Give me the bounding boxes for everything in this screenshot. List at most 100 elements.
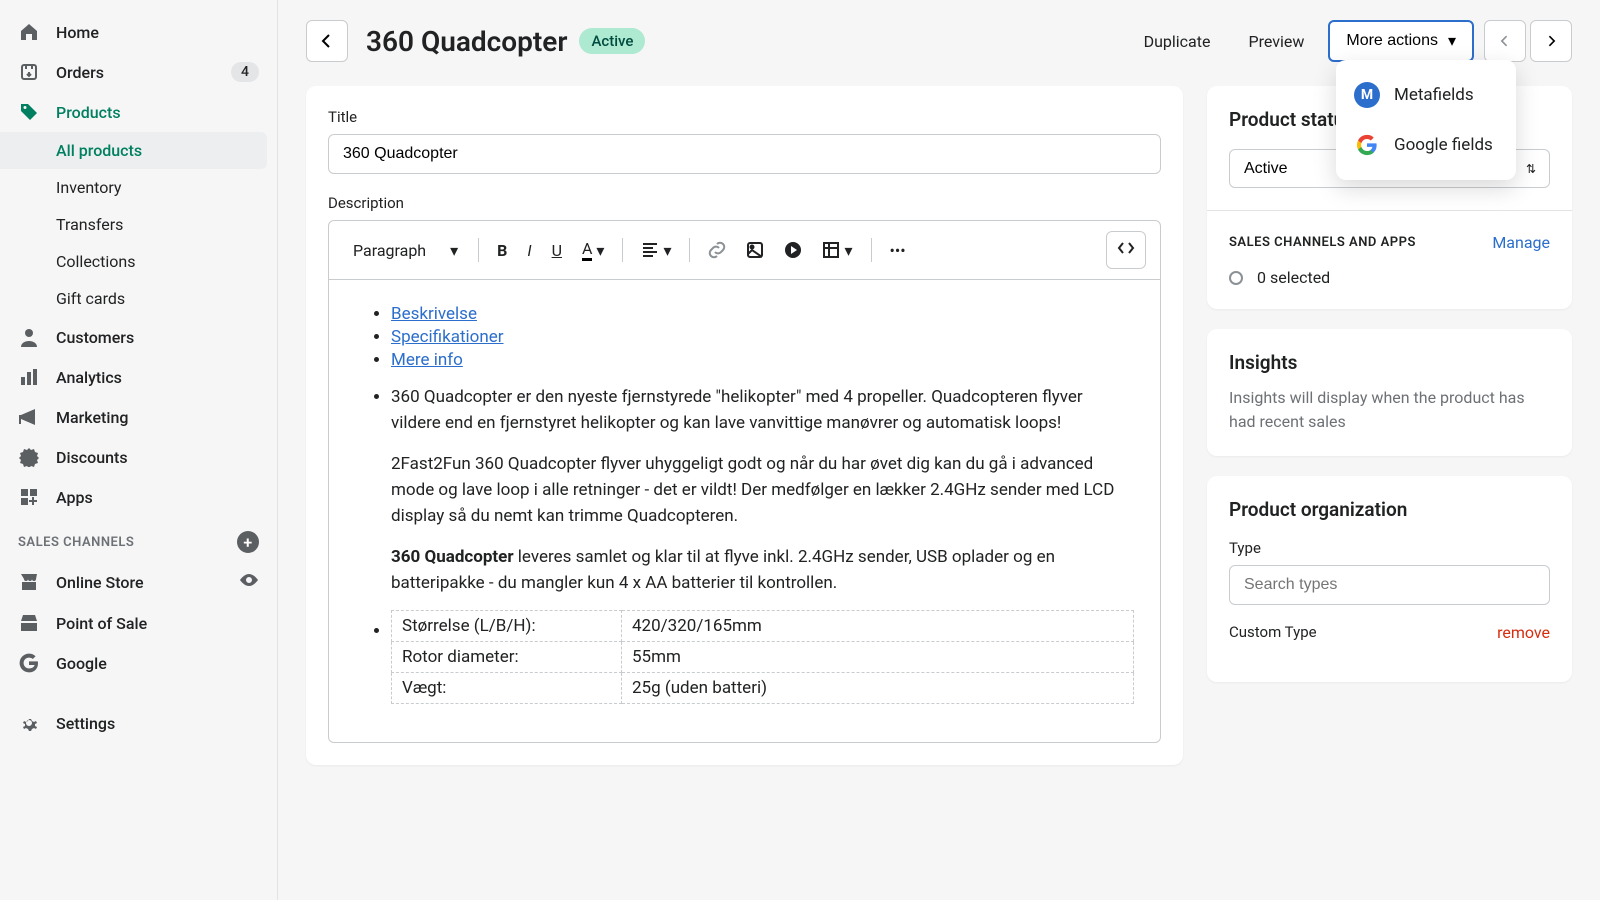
radio-icon[interactable] [1229, 271, 1243, 285]
desc-link[interactable]: Beskrivelse [391, 304, 477, 324]
insights-text: Insights will display when the product h… [1229, 386, 1550, 434]
underline-button[interactable]: U [544, 235, 570, 266]
insights-title: Insights [1229, 351, 1550, 374]
metafields-icon: M [1354, 82, 1380, 108]
nav-label: Orders [56, 63, 104, 82]
remove-link[interactable]: remove [1497, 623, 1550, 642]
page-title: 360 Quadcopter [366, 25, 567, 58]
nav-label: Discounts [56, 448, 128, 467]
orders-badge: 4 [231, 62, 259, 82]
image-button[interactable] [738, 235, 772, 265]
chevron-down-icon: ▾ [450, 241, 458, 260]
align-button[interactable]: ▾ [633, 235, 679, 266]
dropdown-google-fields[interactable]: Google fields [1336, 120, 1516, 170]
nav-apps[interactable]: Apps [0, 477, 277, 517]
duplicate-button[interactable]: Duplicate [1130, 22, 1225, 61]
nav-label: Apps [56, 488, 93, 507]
sidebar: Home Orders 4 Products All products Inve… [0, 0, 278, 900]
desc-paragraph: 2Fast2Fun 360 Quadcopter flyver uhyggeli… [391, 451, 1134, 530]
products-icon [18, 101, 40, 123]
nav-orders[interactable]: Orders 4 [0, 52, 277, 92]
sales-channels-label: SALES CHANNELS AND APPS [1229, 235, 1416, 250]
more-actions-button[interactable]: More actions ▾ [1328, 20, 1474, 62]
back-button[interactable] [306, 20, 348, 62]
title-description-card: Title Description Paragraph▾ B I U A ▾ [306, 86, 1183, 765]
orders-icon [18, 61, 40, 83]
nav-sub-gift-cards[interactable]: Gift cards [0, 280, 277, 317]
italic-button[interactable]: I [519, 235, 539, 266]
nav-sub-inventory[interactable]: Inventory [0, 169, 277, 206]
status-badge: Active [579, 28, 645, 54]
nav-online-store[interactable]: Online Store [0, 561, 277, 603]
prev-product-button[interactable] [1484, 20, 1526, 62]
type-label: Type [1229, 539, 1550, 557]
nav-sales-channels-header: SALES CHANNELS + [0, 517, 277, 561]
desc-link[interactable]: Specifikationer [391, 327, 504, 347]
nav-customers[interactable]: Customers [0, 317, 277, 357]
title-label: Title [328, 108, 1161, 126]
spec-table: Størrelse (L/B/H):420/320/165mm Rotor di… [391, 610, 1134, 704]
google-color-icon [1354, 132, 1380, 158]
dropdown-metafields[interactable]: M Metafields [1336, 70, 1516, 120]
apps-icon [18, 486, 40, 508]
channels-selected: 0 selected [1229, 268, 1550, 287]
nav-marketing[interactable]: Marketing [0, 397, 277, 437]
code-view-button[interactable] [1106, 231, 1146, 269]
manage-link[interactable]: Manage [1492, 233, 1550, 252]
nav-label: Marketing [56, 408, 128, 427]
description-editor[interactable]: Beskrivelse Specifikationer Mere info 36… [328, 279, 1161, 743]
gear-icon [18, 712, 40, 734]
paragraph-select[interactable]: Paragraph▾ [343, 235, 468, 266]
editor-toolbar: Paragraph▾ B I U A ▾ ▾ ▾ [328, 220, 1161, 279]
pos-icon [18, 612, 40, 634]
nav-settings[interactable]: Settings [0, 703, 277, 743]
more-tools-button[interactable]: ••• [882, 235, 914, 266]
page-header: 360 Quadcopter Active Duplicate Preview … [306, 20, 1572, 62]
main-content: 360 Quadcopter Active Duplicate Preview … [278, 0, 1600, 900]
nav-google[interactable]: Google [0, 643, 277, 683]
customers-icon [18, 326, 40, 348]
table-button[interactable]: ▾ [814, 235, 860, 266]
nav-sub-all-products[interactable]: All products [0, 132, 267, 169]
nav-label: Analytics [56, 368, 122, 387]
custom-type-label: Custom Type [1229, 623, 1317, 642]
marketing-icon [18, 406, 40, 428]
type-input[interactable] [1229, 565, 1550, 605]
nav-label: Products [56, 103, 121, 122]
analytics-icon [18, 366, 40, 388]
google-icon [18, 652, 40, 674]
color-button[interactable]: A ▾ [574, 233, 612, 267]
nav-label: Online Store [56, 573, 144, 592]
bold-button[interactable]: B [489, 235, 515, 266]
next-product-button[interactable] [1530, 20, 1572, 62]
org-title: Product organization [1229, 498, 1550, 521]
nav-label: Point of Sale [56, 614, 147, 633]
nav-point-of-sale[interactable]: Point of Sale [0, 603, 277, 643]
video-button[interactable] [776, 235, 810, 265]
nav-products[interactable]: Products [0, 92, 277, 132]
store-icon [18, 571, 40, 593]
nav-analytics[interactable]: Analytics [0, 357, 277, 397]
product-organization-card: Product organization Type Custom Type re… [1207, 476, 1572, 682]
nav-sub-transfers[interactable]: Transfers [0, 206, 277, 243]
nav-label: Google [56, 654, 107, 673]
nav-sub-collections[interactable]: Collections [0, 243, 277, 280]
nav-label: Customers [56, 328, 134, 347]
link-button[interactable] [700, 235, 734, 265]
desc-link[interactable]: Mere info [391, 350, 463, 370]
preview-button[interactable]: Preview [1234, 22, 1318, 61]
add-channel-icon[interactable]: + [237, 531, 259, 553]
nav-home[interactable]: Home [0, 12, 277, 52]
more-actions-dropdown: M Metafields Google fields [1336, 60, 1516, 180]
nav-label: Settings [56, 714, 115, 733]
home-icon [18, 21, 40, 43]
description-label: Description [328, 194, 1161, 212]
desc-paragraph: 360 Quadcopter er den nyeste fjernstyred… [391, 384, 1134, 437]
nav-label: Home [56, 23, 99, 42]
insights-card: Insights Insights will display when the … [1207, 329, 1572, 456]
desc-paragraph: 360 Quadcopter leveres samlet og klar ti… [391, 544, 1134, 597]
eye-icon[interactable] [239, 570, 259, 594]
nav-discounts[interactable]: Discounts [0, 437, 277, 477]
title-input[interactable] [328, 134, 1161, 174]
chevron-down-icon: ▾ [1448, 31, 1456, 51]
